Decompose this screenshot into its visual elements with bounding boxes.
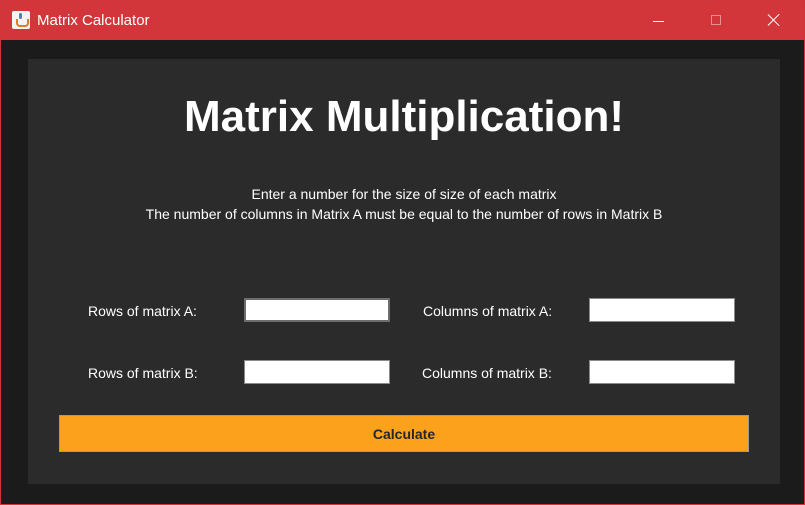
page-title: Matrix Multiplication!: [184, 92, 624, 141]
app-window: Matrix Calculator Matrix Multiplication!…: [0, 0, 805, 505]
cols-a-input[interactable]: [589, 298, 735, 322]
cols-b-input[interactable]: [589, 360, 735, 384]
maximize-button[interactable]: [687, 1, 745, 40]
maximize-icon: [711, 15, 721, 25]
close-button[interactable]: [745, 1, 803, 40]
rows-b-label: Rows of matrix B:: [88, 365, 198, 381]
close-icon: [768, 14, 780, 26]
minimize-button[interactable]: [629, 1, 687, 40]
title-bar[interactable]: Matrix Calculator: [1, 1, 804, 40]
calculate-button[interactable]: Calculate: [59, 415, 749, 452]
cols-b-label: Columns of matrix B:: [422, 365, 552, 381]
window-title: Matrix Calculator: [37, 12, 150, 29]
main-panel: Matrix Multiplication! Enter a number fo…: [28, 59, 780, 484]
rows-a-label: Rows of matrix A:: [88, 303, 197, 319]
minimize-icon: [653, 21, 664, 22]
rows-b-input[interactable]: [244, 360, 390, 384]
rows-a-input[interactable]: [244, 298, 390, 322]
java-cup-icon: [12, 11, 30, 29]
instruction-text-1: Enter a number for the size of size of e…: [251, 186, 557, 202]
cols-a-label: Columns of matrix A:: [423, 303, 553, 319]
instruction-text-2: The number of columns in Matrix A must b…: [145, 206, 663, 222]
